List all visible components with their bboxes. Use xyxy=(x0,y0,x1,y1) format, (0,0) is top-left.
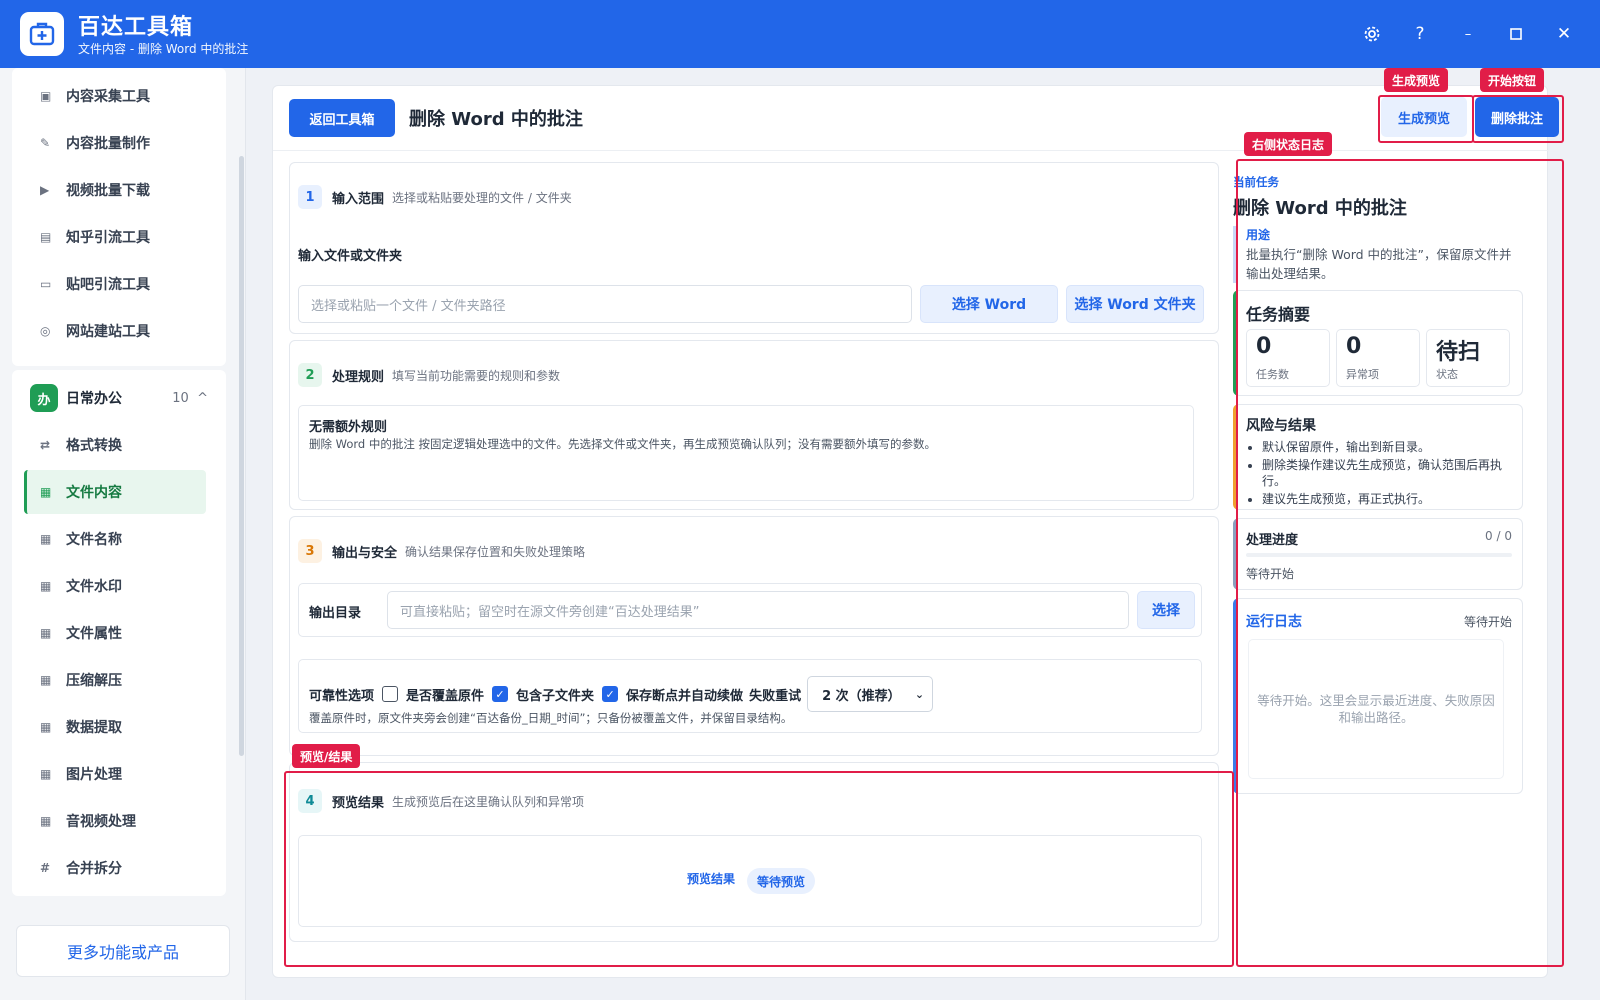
rule-title: 无需额外规则 xyxy=(309,420,388,435)
annotation-tag-status-log: 右侧状态日志 xyxy=(1244,132,1333,156)
sidebar: ▣ 内容采集工具 ✎ 内容批量制作 ▶ 视频批量下载 ▤ 知乎引流工具 ▭ 贴吧引流工具 … xyxy=(0,68,246,1000)
sidebar-item-merge-split[interactable]: # 合并拆分 xyxy=(24,846,206,890)
overwrite-note: 覆盖原件时，原文件夹旁会创建“百达备份_日期_时间”；只备份被覆盖文件，并保留目… xyxy=(309,711,793,725)
maximize-icon[interactable] xyxy=(1502,20,1530,48)
close-icon[interactable]: ✕ xyxy=(1550,20,1578,48)
page-title: 删除 Word 中的批注 xyxy=(409,109,583,130)
back-to-toolbox-button[interactable]: 返回工具箱 xyxy=(289,99,395,137)
group-badge: 办 xyxy=(30,384,58,412)
resume-checkbox[interactable]: ✓ xyxy=(602,686,619,702)
highlight-preview-button xyxy=(1378,95,1474,143)
select-output-button[interactable]: 选择 xyxy=(1137,591,1195,629)
grid-icon: ▦ xyxy=(40,814,52,828)
reliability-label: 可靠性选项 xyxy=(309,688,375,704)
retry-select[interactable]: 2 次（推荐） ⌄ xyxy=(807,676,934,712)
highlight-preview-result xyxy=(284,771,1234,967)
section-process-rules: 2 处理规则 填写当前功能需要的规则和参数 无需额外规则 删除 Word 中的批… xyxy=(289,340,1219,510)
input-path-field[interactable]: 选择或粘贴一个文件 / 文件夹路径 xyxy=(298,285,912,323)
app-subtitle: 文件内容 - 删除 Word 中的批注 xyxy=(78,42,249,56)
sidebar-item-file-watermark[interactable]: ▦ 文件水印 xyxy=(24,564,206,608)
sidebar-group-daily-office[interactable]: 办 日常办公 10 ^ xyxy=(16,378,222,418)
resume-label: 保存断点并自动续做 xyxy=(626,688,744,704)
include-subfolders-label: 包含子文件夹 xyxy=(516,688,595,704)
step-number: 3 xyxy=(298,539,322,563)
sidebar-item-content-collect[interactable]: ▣ 内容采集工具 xyxy=(24,74,206,118)
clipboard-icon: ▣ xyxy=(40,89,52,103)
sidebar-item-website[interactable]: ◎ 网站建站工具 xyxy=(24,309,206,353)
section-desc: 选择或粘贴要处理的文件 / 文件夹 xyxy=(392,190,572,205)
sidebar-item-image[interactable]: ▦ 图片处理 xyxy=(24,752,206,796)
section-input-range: 1 输入范围 选择或粘贴要处理的文件 / 文件夹 输入文件或文件夹 选择或粘贴一… xyxy=(289,162,1219,334)
rule-box: 无需额外规则 删除 Word 中的批注 按固定逻辑处理选中的文件。先选择文件或文… xyxy=(298,405,1194,501)
help-icon[interactable]: ? xyxy=(1406,20,1434,48)
video-icon: ▶ xyxy=(40,183,50,197)
grid-icon: ▦ xyxy=(40,720,52,734)
grid-icon: ▦ xyxy=(40,579,52,593)
chat-icon: ▭ xyxy=(40,277,52,291)
section-title: 输入范围 xyxy=(332,191,385,207)
input-field-label: 输入文件或文件夹 xyxy=(298,249,403,264)
highlight-right-status-log xyxy=(1236,159,1564,967)
more-products-button[interactable]: 更多功能或产品 xyxy=(16,925,230,977)
output-dir-input[interactable]: 可直接粘贴；留空时在源文件旁创建“百达处理结果” xyxy=(387,591,1129,629)
grid-icon: ▦ xyxy=(40,626,52,640)
grid-icon: ▦ xyxy=(40,532,52,546)
select-word-button[interactable]: 选择 Word xyxy=(920,285,1058,323)
chevron-up-icon: ^ xyxy=(197,390,208,406)
grid-icon: ▦ xyxy=(40,485,52,499)
header-divider xyxy=(273,150,1549,151)
select-word-folder-button[interactable]: 选择 Word 文件夹 xyxy=(1066,285,1204,323)
rule-description: 删除 Word 中的批注 按固定逻辑处理选中的文件。先选择文件或文件夹，再生成预… xyxy=(309,437,937,451)
sidebar-item-audio-video[interactable]: ▦ 音视频处理 xyxy=(24,799,206,843)
minimize-icon[interactable]: – xyxy=(1454,20,1482,48)
chevron-down-icon: ⌄ xyxy=(914,687,925,701)
globe-icon: ◎ xyxy=(40,324,51,338)
sidebar-item-compress[interactable]: ▦ 压缩解压 xyxy=(24,658,206,702)
grid-icon: ▦ xyxy=(40,767,52,781)
step-number: 2 xyxy=(298,363,322,387)
sidebar-item-tieba[interactable]: ▭ 贴吧引流工具 xyxy=(24,262,206,306)
section-output-safety: 3 输出与安全 确认结果保存位置和失败处理策略 输出目录 可直接粘贴；留空时在源… xyxy=(289,516,1219,756)
sidebar-item-file-name[interactable]: ▦ 文件名称 xyxy=(24,517,206,561)
section-title: 处理规则 xyxy=(332,369,385,385)
sidebar-item-format-convert[interactable]: ⇄ 格式转换 xyxy=(24,423,206,467)
sidebar-item-file-attributes[interactable]: ▦ 文件属性 xyxy=(24,611,206,655)
sidebar-item-video-download[interactable]: ▶ 视频批量下载 xyxy=(24,168,206,212)
sidebar-item-content-batch[interactable]: ✎ 内容批量制作 xyxy=(24,121,206,165)
output-dir-row: 输出目录 可直接粘贴；留空时在源文件旁创建“百达处理结果” 选择 xyxy=(298,583,1202,637)
overwrite-label: 是否覆盖原件 xyxy=(406,688,485,704)
sidebar-item-zhihu[interactable]: ▤ 知乎引流工具 xyxy=(24,215,206,259)
annotation-tag-preview: 生成预览 xyxy=(1384,68,1449,92)
swap-icon: ⇄ xyxy=(40,438,51,452)
include-subfolders-checkbox[interactable]: ✓ xyxy=(492,686,509,702)
section-title: 输出与安全 xyxy=(332,545,398,561)
title-bar: 百达工具箱 文件内容 - 删除 Word 中的批注 ? – ✕ xyxy=(0,0,1600,68)
highlight-start-button xyxy=(1472,95,1564,143)
group-count: 10 ^ xyxy=(172,390,208,406)
group-label: 日常办公 xyxy=(66,391,122,407)
doc-icon: ▤ xyxy=(40,230,52,244)
annotation-tag-result: 预览/结果 xyxy=(292,744,361,768)
app-logo-icon xyxy=(20,12,64,56)
overwrite-checkbox[interactable] xyxy=(382,686,399,702)
settings-gear-icon[interactable] xyxy=(1358,20,1386,48)
step-number: 1 xyxy=(298,185,322,209)
section-desc: 填写当前功能需要的规则和参数 xyxy=(392,368,561,383)
pen-icon: ✎ xyxy=(40,136,51,150)
hash-icon: # xyxy=(40,861,51,875)
section-desc: 确认结果保存位置和失败处理策略 xyxy=(405,544,586,559)
app-title: 百达工具箱 xyxy=(78,15,194,40)
sidebar-item-data-extract[interactable]: ▦ 数据提取 xyxy=(24,705,206,749)
sidebar-scrollbar[interactable] xyxy=(239,156,244,756)
retry-label: 失败重试 xyxy=(749,688,802,704)
sidebar-item-file-content[interactable]: ▦ 文件内容 xyxy=(24,470,206,514)
grid-icon: ▦ xyxy=(40,673,52,687)
reliability-options-box: 可靠性选项 是否覆盖原件 ✓ 包含子文件夹 ✓ 保存断点并自动续做 失败重试 2… xyxy=(298,659,1202,733)
output-dir-label: 输出目录 xyxy=(309,606,362,621)
annotation-tag-start: 开始按钮 xyxy=(1480,68,1545,92)
